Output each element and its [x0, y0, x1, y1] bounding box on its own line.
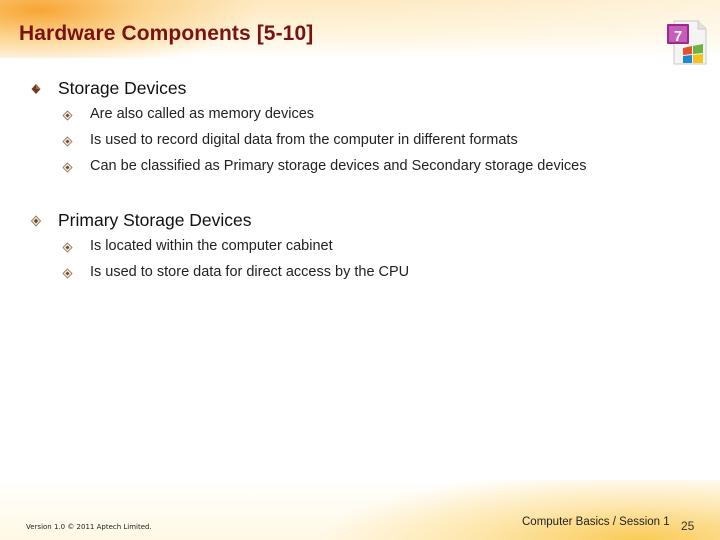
slide-title: Hardware Components [5-10]: [19, 22, 314, 45]
svg-text:7: 7: [674, 28, 682, 45]
section-heading: Storage Devices: [58, 78, 187, 98]
outline-diamond-bullet-icon: [62, 268, 73, 279]
outline-diamond-bullet-icon: [30, 215, 42, 227]
outline-diamond-bullet-icon: [62, 136, 73, 147]
footer-background: [0, 480, 720, 540]
list-item: Is used to record digital data from the …: [90, 132, 518, 148]
list-item: Is used to store data for direct access …: [90, 264, 410, 280]
course-session-label: Computer Basics / Session 1: [522, 516, 670, 528]
outline-diamond-bullet-icon: [62, 242, 73, 253]
list-item: Can be classified as Primary storage dev…: [90, 158, 587, 174]
list-item: Are also called as memory devices: [90, 106, 315, 122]
list-item: Is located within the computer cabinet: [90, 238, 333, 254]
office-app-logo-icon: 7: [667, 20, 707, 65]
outline-diamond-bullet-icon: [62, 110, 73, 121]
section-heading: Primary Storage Devices: [58, 210, 252, 230]
outline-diamond-bullet-icon: [62, 162, 73, 173]
copyright-notice: Version 1.0 © 2011 Aptech Limited.: [26, 523, 152, 531]
filled-diamond-bullet-icon: [31, 84, 41, 94]
page-number: 25: [681, 519, 695, 533]
